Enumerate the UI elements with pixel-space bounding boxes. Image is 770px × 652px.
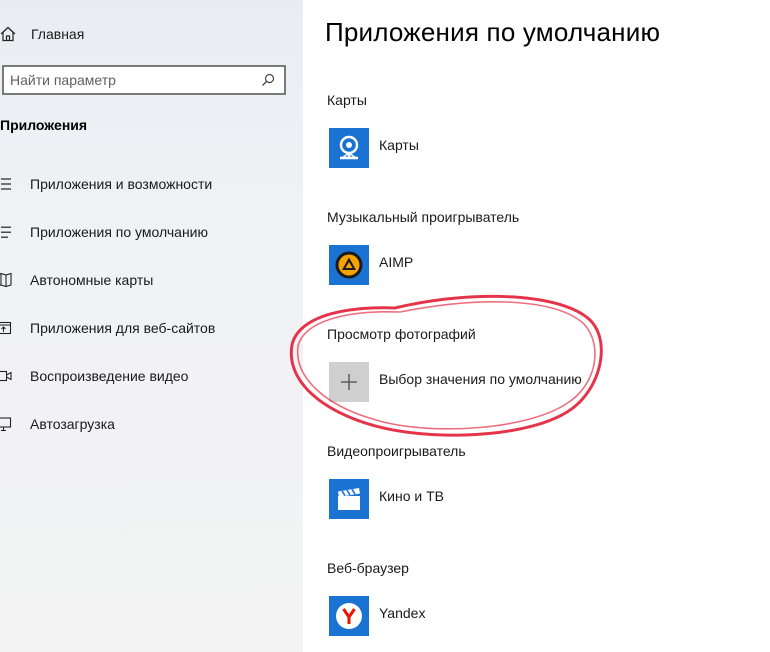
category-maps-label: Карты <box>327 92 367 108</box>
startup-icon <box>0 417 12 432</box>
app-name: Карты <box>379 137 419 153</box>
default-app-browser[interactable]: Yandex <box>329 596 425 636</box>
sidebar-item-web-apps[interactable]: Приложения для веб-сайтов <box>0 304 303 352</box>
main-content: Приложения по умолчанию Карты Карты Музы… <box>303 0 770 652</box>
sidebar-item-label: Автозагрузка <box>30 416 115 432</box>
search-icon[interactable] <box>258 70 278 90</box>
sidebar-item-video-playback[interactable]: Воспроизведение видео <box>0 352 303 400</box>
sidebar-item-apps-features[interactable]: Приложения и возможности <box>0 160 303 208</box>
section-title: Приложения <box>0 117 88 133</box>
app-name: Кино и ТВ <box>379 488 444 504</box>
sidebar-item-label: Автономные карты <box>30 272 154 288</box>
maps-app-icon <box>329 128 369 168</box>
app-name: Yandex <box>379 605 426 621</box>
sidebar-item-label: Приложения по умолчанию <box>30 224 208 240</box>
clapper-icon <box>329 479 369 519</box>
sidebar: Главная Приложения Приложения и возможно… <box>0 0 303 652</box>
yandex-icon <box>329 596 369 636</box>
default-app-maps[interactable]: Карты <box>329 128 419 168</box>
sidebar-item-label: Приложения для веб-сайтов <box>30 320 216 336</box>
sidebar-item-startup[interactable]: Автозагрузка <box>0 400 303 448</box>
list-icon <box>1 178 11 190</box>
home-label: Главная <box>31 26 85 42</box>
sidebar-item-default-apps[interactable]: Приложения по умолчанию <box>0 208 303 256</box>
category-music-label: Музыкальный проигрыватель <box>327 209 520 225</box>
app-name: Выбор значения по умолчанию <box>379 371 582 387</box>
sidebar-item-offline-maps[interactable]: Автономные карты <box>0 256 303 304</box>
search-input[interactable] <box>4 67 258 93</box>
video-icon <box>0 370 12 382</box>
app-name: AIMP <box>379 254 414 270</box>
sidebar-nav: Приложения и возможности Приложения по у… <box>0 160 303 448</box>
sidebar-item-label: Приложения и возможности <box>30 176 213 192</box>
sidebar-item-label: Воспроизведение видео <box>30 368 189 384</box>
default-app-music[interactable]: AIMP <box>329 245 413 285</box>
category-photos-label: Просмотр фотографий <box>327 326 476 342</box>
aimp-icon <box>329 245 369 285</box>
home-link[interactable]: Главная <box>0 22 84 46</box>
page-title: Приложения по умолчанию <box>325 17 661 47</box>
home-icon <box>0 26 16 42</box>
default-app-video[interactable]: Кино и ТВ <box>329 479 444 519</box>
map-icon <box>0 272 12 288</box>
choose-default-photos[interactable]: Выбор значения по умолчанию <box>329 362 582 402</box>
category-video-label: Видеопроигрыватель <box>327 443 466 459</box>
default-list-icon <box>1 226 11 238</box>
plus-icon <box>329 362 369 402</box>
category-browser-label: Веб-браузер <box>327 560 409 576</box>
web-apps-icon <box>0 321 12 335</box>
search-box[interactable] <box>2 65 286 95</box>
